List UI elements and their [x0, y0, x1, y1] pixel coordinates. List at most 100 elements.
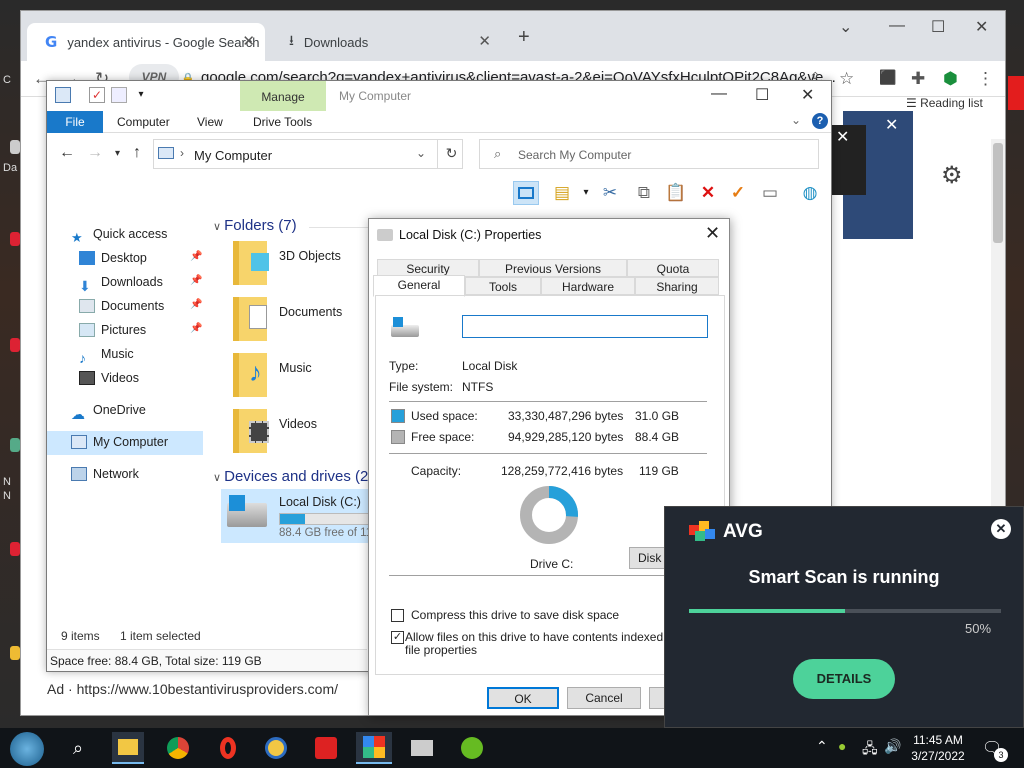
- tab-view[interactable]: View: [189, 111, 231, 133]
- new-folder-icon[interactable]: [111, 87, 127, 103]
- scrollbar-thumb[interactable]: [993, 143, 1003, 243]
- chevron-up-icon[interactable]: ⌃: [816, 738, 828, 755]
- printer-taskbar-icon[interactable]: [406, 732, 438, 764]
- globe-icon[interactable]: ◍: [797, 181, 823, 205]
- address-bar[interactable]: › My Computer ⌄: [153, 139, 463, 169]
- tab-previous-versions[interactable]: Previous Versions: [479, 259, 627, 277]
- tab-file[interactable]: File: [47, 111, 103, 133]
- chevron-down-icon[interactable]: ⌄: [791, 113, 801, 127]
- search-icon[interactable]: ⌕: [62, 732, 94, 764]
- new-tab-button[interactable]: +: [518, 26, 530, 49]
- rename-icon[interactable]: ▭: [757, 181, 783, 205]
- delete-icon[interactable]: ✕: [695, 181, 721, 205]
- nav-item-pictures[interactable]: Pictures: [79, 319, 146, 341]
- chevron-down-icon[interactable]: ⌄: [839, 17, 852, 37]
- refresh-button[interactable]: ↻: [437, 139, 465, 169]
- nav-item-videos[interactable]: Videos: [79, 367, 139, 389]
- details-button[interactable]: DETAILS: [793, 659, 895, 699]
- layout-pane-icon[interactable]: [513, 181, 539, 205]
- browser-tab-google-search[interactable]: G yandex antivirus - Google Search ✕: [27, 23, 265, 61]
- star-icon[interactable]: ☆: [839, 69, 854, 89]
- index-checkbox[interactable]: ✓: [391, 631, 404, 644]
- tab-computer[interactable]: Computer: [109, 111, 178, 133]
- extension-icon[interactable]: ⬛: [879, 69, 896, 86]
- properties-icon[interactable]: ✓: [89, 87, 105, 103]
- gear-icon[interactable]: ⚙: [941, 161, 963, 190]
- tab-drive-tools[interactable]: Drive Tools: [245, 111, 320, 133]
- tab-tools[interactable]: Tools: [465, 277, 541, 295]
- minimize-button[interactable]: —: [889, 17, 905, 35]
- close-window-button[interactable]: ✕: [975, 17, 988, 37]
- chevron-down-icon[interactable]: ▾: [133, 87, 149, 103]
- tab-quota[interactable]: Quota: [627, 259, 719, 277]
- nav-item-onedrive[interactable]: ☁ OneDrive: [71, 399, 146, 422]
- close-icon[interactable]: ✕: [885, 115, 898, 135]
- chrome-taskbar-icon[interactable]: [162, 732, 194, 764]
- browser-tab-downloads[interactable]: ⭳ Downloads ✕: [271, 23, 501, 61]
- tab-sharing[interactable]: Sharing: [635, 277, 719, 295]
- folder-documents[interactable]: Documents: [233, 297, 373, 347]
- desktop-icon[interactable]: [10, 646, 20, 660]
- checkmark-icon[interactable]: ✓: [725, 181, 751, 205]
- copy-icon[interactable]: ⧉: [631, 181, 657, 205]
- pin-icon[interactable]: 📌: [190, 275, 202, 286]
- pin-icon[interactable]: 📌: [190, 299, 202, 310]
- ad-link[interactable]: Ad · https://www.10bestantivirusprovider…: [47, 681, 338, 697]
- opera-taskbar-icon[interactable]: [212, 732, 244, 764]
- nav-item-documents[interactable]: Documents: [79, 295, 164, 317]
- desktop-icon[interactable]: [10, 232, 20, 246]
- forward-icon[interactable]: →: [87, 144, 103, 162]
- minimize-button[interactable]: —: [711, 85, 727, 103]
- close-icon[interactable]: ✕: [478, 32, 491, 50]
- nav-item-network[interactable]: Network: [71, 463, 139, 485]
- close-icon[interactable]: ✕: [991, 519, 1011, 539]
- volume-icon[interactable]: 🔊: [884, 738, 901, 755]
- shield-icon[interactable]: ⬢: [943, 69, 958, 89]
- close-window-button[interactable]: ✕: [801, 85, 814, 105]
- computer-icon[interactable]: [55, 87, 71, 103]
- tab-general[interactable]: General: [373, 275, 465, 297]
- nav-item-desktop[interactable]: Desktop: [79, 247, 147, 269]
- ok-button[interactable]: OK: [487, 687, 559, 709]
- folders-group-header[interactable]: ∨ Folders (7): [213, 217, 297, 234]
- folder-videos[interactable]: Videos: [233, 409, 373, 459]
- folder-3d-objects[interactable]: 3D Objects: [233, 241, 373, 291]
- close-icon[interactable]: ✕: [705, 223, 720, 244]
- chevron-down-icon[interactable]: ⌄: [416, 146, 426, 160]
- nav-item-downloads[interactable]: ⬇ Downloads: [79, 271, 163, 294]
- ccleaner-taskbar-icon[interactable]: [310, 732, 342, 764]
- avast-browser-taskbar-icon[interactable]: [260, 732, 292, 764]
- folder-music[interactable]: ♪ Music: [233, 353, 373, 403]
- puzzle-icon[interactable]: ✚: [911, 69, 925, 89]
- paste-icon[interactable]: 📋: [663, 181, 689, 205]
- search-input[interactable]: ⌕ Search My Computer: [479, 139, 819, 169]
- avg-taskbar-icon[interactable]: [356, 732, 392, 764]
- compress-checkbox[interactable]: [391, 609, 404, 622]
- back-icon[interactable]: ←: [59, 144, 75, 162]
- desktop-icon[interactable]: [10, 438, 20, 452]
- desktop-icon[interactable]: [10, 542, 20, 556]
- start-button[interactable]: [10, 732, 44, 766]
- drive-local-disk-c[interactable]: Local Disk (C:) 88.4 GB free of 11: [221, 489, 381, 543]
- driver-updater-taskbar-icon[interactable]: [456, 732, 488, 764]
- nav-item-quick-access[interactable]: ★ Quick access: [71, 223, 167, 245]
- drive-label-input[interactable]: [462, 315, 708, 338]
- view-icon[interactable]: ▤: [549, 181, 575, 205]
- chevron-down-icon[interactable]: ▾: [115, 148, 120, 159]
- close-icon[interactable]: ✕: [242, 32, 255, 50]
- file-explorer-taskbar-icon[interactable]: [112, 732, 144, 764]
- desktop-icon[interactable]: [10, 140, 20, 154]
- more-menu-icon[interactable]: ⋮: [977, 69, 994, 89]
- system-clock[interactable]: 11:45 AM 3/27/2022: [900, 732, 976, 764]
- close-icon[interactable]: ✕: [836, 127, 849, 147]
- pin-icon[interactable]: 📌: [190, 323, 202, 334]
- desktop-icon[interactable]: [10, 338, 20, 352]
- network-icon[interactable]: 🖧: [862, 738, 878, 762]
- help-icon[interactable]: ?: [812, 113, 828, 129]
- nav-item-music[interactable]: ♪ Music: [79, 343, 134, 366]
- chevron-down-icon[interactable]: ▾: [573, 181, 599, 205]
- cancel-button[interactable]: Cancel: [567, 687, 641, 709]
- cut-icon[interactable]: ✂: [597, 181, 623, 205]
- manage-tab[interactable]: Manage: [240, 81, 326, 111]
- reading-list-button[interactable]: ☰ Reading list: [906, 96, 983, 110]
